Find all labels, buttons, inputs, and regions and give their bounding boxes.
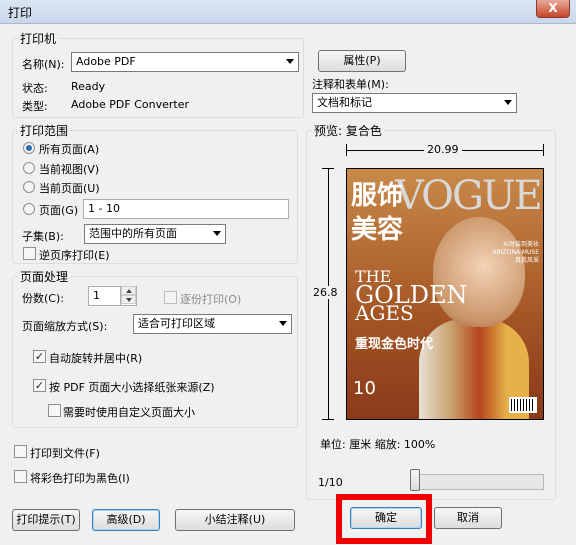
copies-value: 1 (93, 289, 100, 302)
chevron-down-icon (286, 59, 294, 64)
custom-size-label[interactable]: 需要时使用自定义页面大小 (63, 404, 195, 420)
spin-up-icon[interactable] (121, 286, 136, 295)
width-value: 20.99 (424, 143, 462, 156)
chevron-down-icon (504, 100, 512, 105)
window-title: 打印 (8, 6, 33, 20)
custom-size-checkbox[interactable] (48, 404, 61, 417)
radio-all-pages[interactable] (23, 142, 35, 154)
status-value: Ready (71, 80, 106, 93)
chevron-down-icon (279, 321, 287, 326)
type-label: 类型: (22, 100, 48, 113)
ok-highlight-frame (336, 494, 432, 544)
cancel-button[interactable]: 取消 (434, 507, 502, 529)
reverse-pages-label[interactable]: 逆页序打印(E) (39, 247, 110, 263)
cover-cn-line2: 美容 (351, 215, 404, 245)
comments-forms-label: 注释和表单(M): (312, 78, 389, 91)
comments-forms-select[interactable]: 文档和标记 (312, 93, 517, 113)
radio-all-pages-label[interactable]: 所有页面(A) (39, 141, 99, 157)
advanced-button[interactable]: 高级(D) (92, 509, 160, 531)
subset-value: 范围中的所有页面 (89, 227, 177, 240)
copies-spinner[interactable] (120, 286, 136, 306)
type-value: Adobe PDF Converter (71, 98, 190, 111)
auto-rotate-checkbox[interactable]: ✓ (33, 350, 46, 363)
collate-label[interactable]: 逐份打印(O) (180, 291, 241, 307)
reverse-pages-checkbox[interactable] (23, 247, 36, 260)
page-handling-title: 页面处理 (18, 268, 71, 285)
radio-current-view[interactable] (23, 162, 35, 174)
cover-cn-line1: 服饰 (351, 181, 404, 211)
status-label: 状态: (22, 82, 48, 95)
printer-name-value: Adobe PDF (76, 55, 136, 68)
choose-source-label[interactable]: 按 PDF 页面大小选择纸张来源(Z) (49, 379, 215, 395)
print-to-file-checkbox[interactable] (14, 445, 27, 458)
radio-pages-label[interactable]: 页面(G) (39, 202, 78, 218)
radio-current-page-label[interactable]: 当前页面(U) (39, 180, 100, 196)
page-slider-track[interactable] (410, 474, 544, 490)
print-range-title: 打印范围 (18, 122, 71, 139)
preview-title: 预览: 复合色 (312, 122, 384, 139)
printer-group-title: 打印机 (18, 30, 59, 47)
cover-ages: AGES (355, 301, 414, 325)
cover-issue: 10 (353, 378, 376, 399)
grayscale-checkbox[interactable] (14, 470, 27, 483)
cover-model (433, 217, 525, 327)
summarize-comments-button[interactable]: 小结注释(U) (175, 509, 295, 531)
cover-subtitle: 重现金色时代 (355, 337, 434, 352)
scaling-value: 适合可打印区域 (138, 317, 215, 330)
comments-forms-value: 文档和标记 (317, 96, 372, 109)
width-dimension: 20.99 (346, 143, 544, 156)
subset-label: 子集(B): (22, 230, 64, 243)
cover-side-text: 从时装到美妆 ARIZONA MUSE 真我风采 (492, 241, 539, 264)
radio-current-page[interactable] (23, 181, 35, 193)
properties-button[interactable]: 属性(P) (318, 50, 406, 72)
unit-zoom-line: 单位: 厘米 缩放: 100% (320, 438, 436, 451)
scaling-label: 页面缩放方式(S): (22, 320, 108, 333)
subset-select[interactable]: 范围中的所有页面 (84, 224, 226, 244)
page-indicator: 1/10 (318, 476, 343, 489)
print-to-file-label[interactable]: 打印到文件(F) (30, 445, 100, 461)
radio-pages[interactable] (23, 203, 35, 215)
close-button[interactable]: X (536, 0, 570, 18)
radio-current-view-label[interactable]: 当前视图(V) (39, 161, 99, 177)
auto-rotate-label[interactable]: 自动旋转并居中(R) (49, 350, 142, 366)
scaling-select[interactable]: 适合可打印区域 (133, 314, 292, 334)
title-bar: 打印 X (0, 0, 576, 24)
pages-input[interactable]: 1 - 10 (83, 199, 289, 219)
grayscale-label[interactable]: 将彩色打印为黑色(I) (30, 470, 130, 486)
print-tips-button[interactable]: 打印提示(T) (12, 509, 80, 531)
height-dimension: 26.8 (310, 168, 341, 420)
barcode (509, 397, 537, 413)
chevron-down-icon (213, 231, 221, 236)
pages-input-value: 1 - 10 (88, 202, 120, 215)
height-value: 26.8 (310, 286, 341, 299)
printer-name-label: 名称(N): (22, 58, 65, 71)
spin-down-icon[interactable] (121, 295, 136, 304)
collate-checkbox[interactable] (164, 291, 177, 304)
choose-source-checkbox[interactable]: ✓ (33, 379, 46, 392)
printer-name-select[interactable]: Adobe PDF (71, 52, 299, 72)
copies-label: 份数(C): (22, 292, 64, 305)
page-preview: VOGUE 服饰 美容 THE GOLDEN AGES 重现金色时代 从时装到美… (346, 168, 544, 420)
page-slider-thumb[interactable] (410, 469, 420, 491)
cover-masthead: VOGUE (395, 173, 543, 219)
